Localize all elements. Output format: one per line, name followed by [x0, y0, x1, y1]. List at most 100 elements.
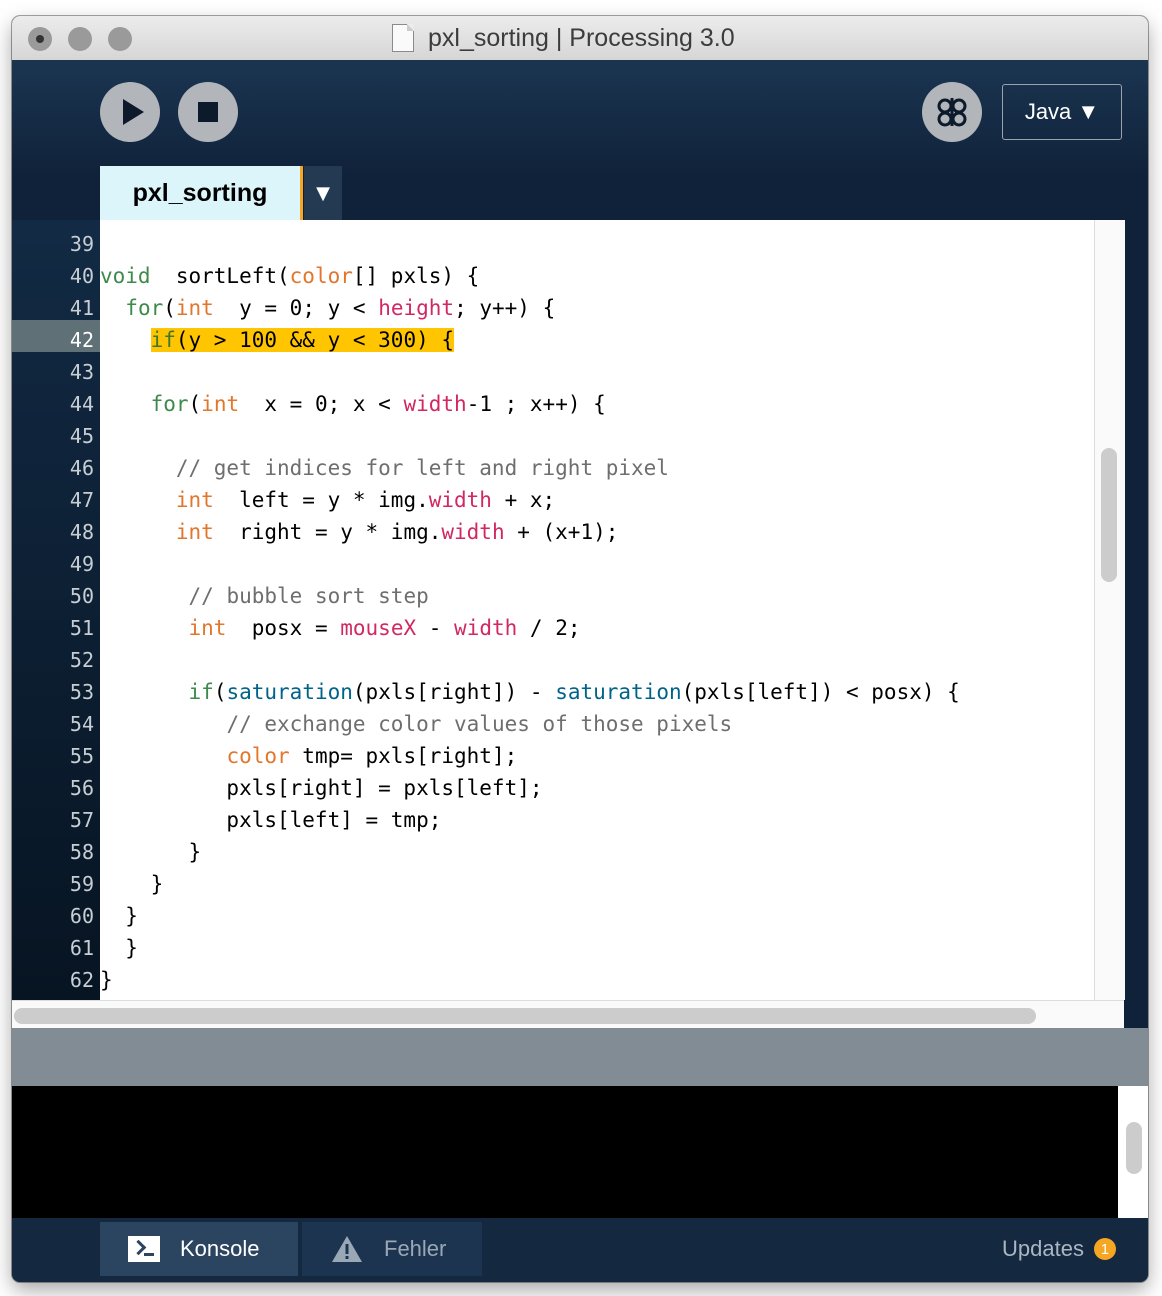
line-number: 59 — [69, 872, 94, 896]
code-token-cm: // exchange color values of those pixels — [226, 712, 733, 736]
run-button[interactable] — [100, 82, 160, 142]
processing-window: pxl_sorting | Processing 3.0 Java ▼ pxl_… — [12, 16, 1148, 1282]
code-line[interactable]: // exchange color values of those pixels — [100, 708, 732, 740]
code-text: ; y++) { — [454, 296, 556, 320]
code-text: right = y * img. — [213, 520, 442, 544]
tab-pxl-sorting[interactable]: pxl_sorting — [100, 166, 303, 220]
code-line[interactable]: pxls[left] = tmp; — [100, 804, 441, 836]
line-number: 44 — [69, 392, 94, 416]
code-text: -1 ; x++) { — [466, 392, 606, 416]
code-token-kw2: color — [289, 264, 353, 288]
line-number: 57 — [69, 808, 94, 832]
code-token-kw3: width — [403, 392, 467, 416]
errors-tab[interactable]: Fehler — [302, 1222, 482, 1276]
console-scroll-thumb[interactable] — [1126, 1122, 1142, 1174]
tab-menu-button[interactable]: ▼ — [304, 166, 342, 220]
window-title-group: pxl_sorting | Processing 3.0 — [392, 22, 735, 54]
code-line[interactable]: // get indices for left and right pixel — [100, 452, 669, 484]
errors-tab-label: Fehler — [384, 1236, 447, 1261]
code-text: + (x+1); — [504, 520, 619, 544]
stop-button[interactable] — [178, 82, 238, 142]
editor-horizontal-scroll-thumb[interactable] — [14, 1008, 1036, 1024]
code-line[interactable]: void sortLeft(color[] pxls) { — [100, 260, 479, 292]
code-line[interactable]: } — [100, 900, 138, 932]
code-token-kw2: int — [188, 616, 227, 640]
terminal-icon — [128, 1236, 160, 1262]
editor-vertical-scroll-thumb[interactable] — [1101, 448, 1117, 582]
code-line[interactable]: int left = y * img.width + x; — [100, 484, 555, 516]
code-editor[interactable]: void sortLeft(color[] pxls) { for(int y … — [100, 220, 1124, 1000]
code-line[interactable]: pxls[right] = pxls[left]; — [100, 772, 543, 804]
code-text: } — [100, 968, 113, 992]
highlighted-code: if(y > 100 && y < 300) { — [150, 328, 455, 352]
line-number: 42 — [69, 328, 94, 352]
updates-count-badge: 1 — [1093, 1238, 1116, 1260]
updates-button[interactable]: Updates 1 — [1002, 1234, 1116, 1264]
code-line[interactable]: for(int y = 0; y < height; y++) { — [100, 292, 555, 324]
editor-right-edge — [1124, 176, 1148, 1028]
code-text: pxls[right] = pxls[left]; — [100, 776, 543, 800]
console-output[interactable] — [12, 1086, 1118, 1218]
code-text: [] pxls) { — [352, 264, 480, 288]
code-line[interactable]: int right = y * img.width + (x+1); — [100, 516, 619, 548]
code-token-fn: saturation — [555, 680, 682, 704]
line-number: 43 — [69, 360, 94, 384]
line-number: 47 — [69, 488, 94, 512]
code-token-kw3: width — [454, 616, 518, 640]
code-token-cm: // get indices for left and right pixel — [175, 456, 669, 480]
line-number: 41 — [69, 296, 94, 320]
code-line[interactable]: } — [100, 932, 138, 964]
code-line[interactable]: int posx = mouseX - width / 2; — [100, 612, 581, 644]
document-icon — [392, 24, 414, 52]
code-line[interactable]: } — [100, 868, 164, 900]
debugger-butterfly-icon — [937, 98, 967, 127]
code-line[interactable]: } — [100, 964, 113, 996]
zoom-window-button[interactable] — [108, 27, 132, 51]
line-number: 55 — [69, 744, 94, 768]
footer-bar: Konsole Fehler — [12, 1218, 1148, 1282]
code-line[interactable]: color tmp= pxls[right]; — [100, 740, 517, 772]
code-token-kw3: width — [441, 520, 505, 544]
code-text: } — [100, 904, 138, 928]
console-divider[interactable] — [12, 1028, 1148, 1086]
line-number: 51 — [69, 616, 94, 640]
line-number: 62 — [69, 968, 94, 992]
minimize-window-button[interactable] — [68, 27, 92, 51]
code-line[interactable]: // bubble sort step — [100, 580, 429, 612]
code-token-kw1: for — [125, 296, 164, 320]
code-text: - — [416, 616, 455, 640]
code-token-cm: // bubble sort step — [188, 584, 429, 608]
code-text: + x; — [491, 488, 556, 512]
code-token-kw2: int — [175, 296, 214, 320]
line-number: 58 — [69, 840, 94, 864]
line-number: 61 — [69, 936, 94, 960]
code-text: } — [100, 872, 164, 896]
code-token-kw1: for — [150, 392, 189, 416]
code-line[interactable]: if(y > 100 && y < 300) { — [100, 324, 455, 356]
code-text: (pxls[left]) < posx) { — [681, 680, 960, 704]
title-bar: pxl_sorting | Processing 3.0 — [12, 16, 1148, 61]
mode-selector[interactable]: Java ▼ — [1002, 84, 1122, 140]
toolbar: Java ▼ — [12, 60, 1148, 176]
code-text: / 2; — [517, 616, 581, 640]
debugger-button[interactable] — [922, 82, 982, 142]
code-line[interactable]: } — [100, 836, 202, 868]
code-text: } — [100, 840, 202, 864]
line-number: 40 — [69, 264, 94, 288]
line-number: 46 — [69, 456, 94, 480]
code-line[interactable]: for(int x = 0; x < width-1 ; x++) { — [100, 388, 606, 420]
editor-vertical-scrollbar[interactable] — [1094, 220, 1125, 1000]
close-window-button[interactable] — [28, 27, 52, 51]
console-tab[interactable]: Konsole — [100, 1222, 298, 1276]
window-title: pxl_sorting | Processing 3.0 — [428, 23, 735, 52]
code-token-kw2: int — [175, 488, 214, 512]
code-line[interactable]: if(saturation(pxls[right]) - saturation(… — [100, 676, 960, 708]
